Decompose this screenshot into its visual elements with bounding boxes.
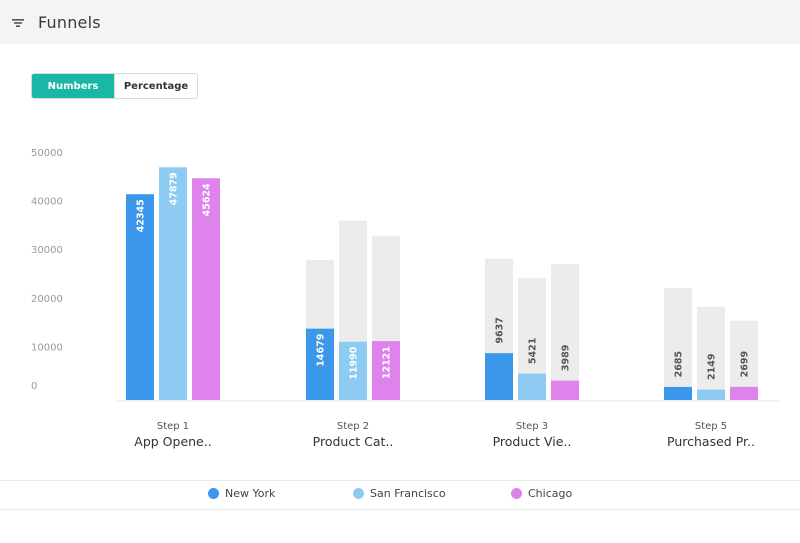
legend-label-san-francisco: San Francisco bbox=[370, 487, 446, 500]
y-tick-label: 20000 bbox=[31, 294, 63, 305]
data-label-san-francisco: 47879 bbox=[169, 172, 180, 205]
data-label-chicago: 3989 bbox=[561, 345, 572, 371]
bar-chicago bbox=[551, 380, 579, 400]
data-label-new-york: 14679 bbox=[316, 334, 327, 367]
x-tick-step: Step 1 bbox=[157, 421, 189, 432]
data-label-san-francisco: 5421 bbox=[528, 338, 539, 364]
legend: New York San Francisco Chicago bbox=[0, 487, 800, 503]
x-tick-name: Purchased Pr.. bbox=[667, 434, 755, 449]
y-tick-label: 40000 bbox=[31, 197, 63, 208]
legend-divider-bottom bbox=[0, 509, 800, 510]
legend-label-new-york: New York bbox=[225, 487, 276, 500]
x-tick-step: Step 5 bbox=[695, 421, 727, 432]
data-label-chicago: 12121 bbox=[382, 346, 393, 379]
data-label-chicago: 2699 bbox=[740, 351, 751, 377]
y-tick-label: 0 bbox=[31, 381, 37, 392]
legend-label-chicago: Chicago bbox=[528, 487, 573, 500]
data-label-new-york: 2685 bbox=[674, 351, 685, 377]
x-tick-step: Step 3 bbox=[516, 421, 548, 432]
legend-dot-new-york bbox=[208, 488, 219, 499]
legend-dot-chicago bbox=[511, 488, 522, 499]
funnel-chart: 0 10000 20000 30000 40000 50000 42345 47879 4562… bbox=[31, 148, 780, 449]
bar-chicago bbox=[730, 386, 758, 400]
bar-previous-chicago bbox=[551, 263, 579, 400]
y-tick-label: 30000 bbox=[31, 245, 63, 256]
data-label-chicago: 45624 bbox=[202, 183, 213, 216]
bar-new-york bbox=[664, 386, 692, 400]
y-tick-label: 50000 bbox=[31, 148, 63, 159]
x-tick-step: Step 2 bbox=[337, 421, 369, 432]
data-label-new-york: 42345 bbox=[136, 199, 147, 232]
legend-divider-top bbox=[0, 480, 800, 481]
x-tick-name: App Opene.. bbox=[134, 434, 211, 449]
data-label-new-york: 9637 bbox=[495, 317, 506, 343]
data-label-san-francisco: 11990 bbox=[349, 346, 360, 379]
bar-san-francisco bbox=[697, 389, 725, 400]
legend-dot-san-francisco bbox=[353, 488, 364, 499]
x-tick-name: Product Cat.. bbox=[313, 434, 394, 449]
legend-item-san-francisco[interactable]: San Francisco bbox=[353, 487, 446, 500]
bar-previous-san-francisco bbox=[697, 306, 725, 400]
bar-new-york bbox=[485, 353, 513, 400]
x-tick-name: Product Vie.. bbox=[493, 434, 572, 449]
data-label-san-francisco: 2149 bbox=[707, 354, 718, 380]
legend-item-chicago[interactable]: Chicago bbox=[511, 487, 572, 500]
legend-item-new-york[interactable]: New York bbox=[208, 487, 275, 500]
bar-san-francisco bbox=[518, 373, 546, 400]
bar-previous-new-york bbox=[664, 288, 692, 400]
y-tick-label: 10000 bbox=[31, 342, 63, 353]
